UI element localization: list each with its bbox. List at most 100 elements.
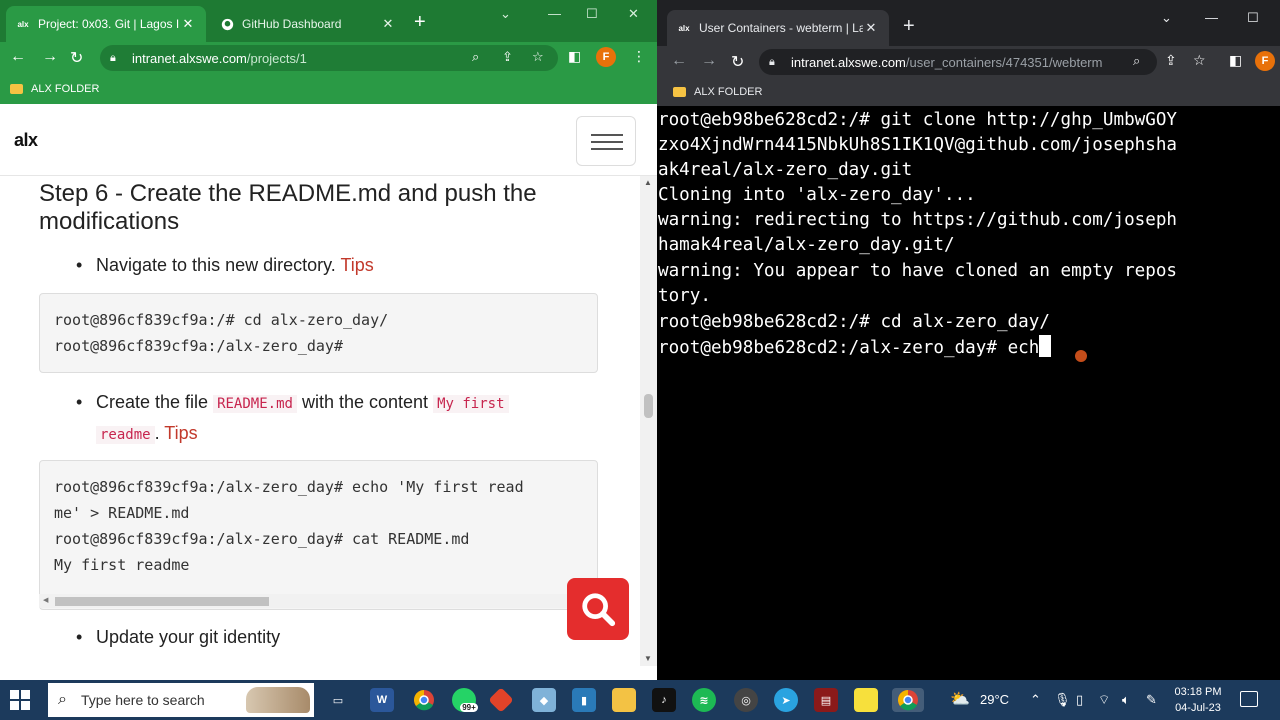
close-icon[interactable]: ✕ [863,20,879,36]
inline-code-readme: README.md [213,395,297,413]
profile-avatar[interactable]: F [596,47,616,67]
alx-logo[interactable]: alx [14,130,38,151]
spotify-icon[interactable]: ≋ [692,688,716,712]
tips-link[interactable]: Tips [164,423,197,443]
inline-code-content: readme [96,426,155,444]
microphone-icon[interactable]: 🎙︎ [1054,692,1071,708]
git-icon[interactable] [488,687,514,713]
close-window-button[interactable]: ✕ [628,6,639,22]
weather-icon[interactable]: ⛅ [950,689,970,709]
bookmark-alx-folder[interactable]: ALX FOLDER [694,86,762,98]
scroll-down-icon[interactable]: ▼ [644,654,652,663]
alx-favicon-icon: alx [678,23,690,33]
task-view-icon[interactable]: ▭ [326,688,350,712]
minimize-button[interactable]: — [548,6,561,21]
address-bar[interactable]: 🔒︎ intranet.alxswe.com/user_containers/4… [759,49,1157,75]
app-icon[interactable]: ▤ [814,688,838,712]
terminal-line: ak4real/alx-zero_day.git [658,160,913,180]
obs-icon[interactable]: ◎ [734,688,758,712]
share-icon[interactable]: ⇪ [1165,52,1177,69]
chevron-down-icon[interactable]: ⌄ [500,6,511,22]
chevron-up-icon[interactable]: ⌃ [1030,692,1041,708]
back-icon[interactable]: ← [10,48,26,66]
desktop: alx Project: 0x03. Git | Lagos Intr ✕ Gi… [0,0,1280,720]
weather-temp[interactable]: 29°C [980,692,1009,707]
hamburger-menu-button[interactable] [576,116,636,166]
taskbar-search-box[interactable]: ⌕ Type here to search [48,683,314,717]
forward-icon[interactable]: → [701,52,717,70]
clock-date: 04-Jul-23 [1175,702,1221,714]
maximize-button[interactable]: ☐ [586,6,598,22]
project-content: Step 6 - Create the README.md and push t… [0,176,640,666]
system-clock[interactable]: 03:18 PM 04-Jul-23 [1172,684,1224,716]
search-icon: ⌕ [58,691,67,708]
scrollbar-thumb[interactable] [644,394,653,418]
whatsapp-icon[interactable]: 99+ [452,688,478,712]
mouse-cursor-icon [1075,350,1087,362]
scroll-up-icon[interactable]: ▲ [644,178,652,187]
app-icon[interactable]: ◆ [532,688,556,712]
right-browser-window: alx User Containers - webterm | Lag ✕ + … [657,0,1280,680]
new-tab-button[interactable]: + [903,16,915,36]
tab-webterm[interactable]: alx User Containers - webterm | Lag ✕ [667,10,889,46]
share-icon[interactable]: ⇪ [502,49,513,65]
notification-icon[interactable] [1240,691,1258,707]
tab-project-git[interactable]: alx Project: 0x03. Git | Lagos Intr ✕ [6,6,206,42]
list-item-navigate: Navigate to this new directory. Tips [76,251,374,280]
bullet-text: Create the file [96,392,209,412]
telegram-icon[interactable]: ➤ [774,688,798,712]
inline-code-content: My first [433,395,509,413]
bullet-text: . [154,423,160,443]
app-icon[interactable]: ▮ [572,688,596,712]
horizontal-scrollbar[interactable]: ◀ ▶ [39,594,598,608]
address-bar[interactable]: 🔒︎ intranet.alxswe.com/projects/1 ⌕ ⇪ ☆ [100,45,558,71]
word-icon[interactable]: W [370,688,394,712]
scrollbar-thumb[interactable] [55,597,269,606]
zoom-icon[interactable]: ⌕ [472,49,479,65]
chevron-down-icon[interactable]: ⌄ [1161,10,1172,26]
minimize-button[interactable]: — [1205,10,1218,25]
search-button[interactable] [567,578,629,640]
tab-github-dashboard[interactable]: GitHub Dashboard ✕ [210,6,406,42]
bullet-text: Update your git identity [96,627,281,647]
new-tab-button[interactable]: + [414,12,426,32]
right-toolbar: ← → ↻ 🔒︎ intranet.alxswe.com/user_contai… [657,46,1280,78]
web-terminal[interactable]: root@eb98be628cd2:/# git clone http://gh… [657,106,1280,680]
star-icon[interactable]: ☆ [1193,52,1206,69]
sidepanel-icon[interactable]: ◧ [1229,52,1242,69]
sidepanel-icon[interactable]: ◧ [568,48,581,65]
vertical-scrollbar[interactable]: ▲ ▼ [640,176,657,666]
terminal-input-line[interactable]: root@eb98be628cd2:/alx-zero_day# ech [658,335,1052,361]
terminal-line: zxo4XjndWrn4415NbkUh8S1IK1QV@github.com/… [658,135,1178,155]
reload-icon[interactable]: ↻ [70,48,83,68]
windows-start-button[interactable] [10,690,30,710]
scroll-left-icon[interactable]: ◀ [43,596,48,604]
zoom-icon[interactable]: ⌕ [1133,53,1140,69]
terminal-line: hamak4real/alx-zero_day.git/ [658,235,955,255]
sticky-notes-icon[interactable] [854,688,878,712]
left-tab-bar: alx Project: 0x03. Git | Lagos Intr ✕ Gi… [0,0,657,42]
chrome-active-icon[interactable] [892,688,924,712]
volume-icon[interactable]: 🔈︎ [1122,692,1130,708]
search-icon [582,593,616,627]
maximize-button[interactable]: ☐ [1247,10,1259,26]
terminal-line: tory. [658,286,711,306]
star-icon[interactable]: ☆ [532,49,544,65]
folder-icon [673,87,686,97]
file-explorer-icon[interactable] [612,688,636,712]
chrome-icon[interactable] [412,688,436,712]
close-icon[interactable]: ✕ [180,16,196,32]
menu-kebab-icon[interactable]: ⋮ [632,48,646,65]
tiktok-icon[interactable]: ♪ [652,688,676,712]
network-icon[interactable]: ⌔ [1098,692,1110,708]
tips-link[interactable]: Tips [340,255,373,275]
back-icon[interactable]: ← [671,52,687,70]
bookmark-alx-folder[interactable]: ALX FOLDER [31,83,99,95]
close-icon[interactable]: ✕ [380,16,396,32]
reload-icon[interactable]: ↻ [731,52,744,72]
site-header: alx [0,104,657,176]
pen-icon[interactable]: ✎ [1146,692,1157,708]
forward-icon[interactable]: → [42,48,58,66]
profile-avatar[interactable]: F [1255,51,1275,71]
battery-icon[interactable]: ▯ [1076,692,1083,708]
